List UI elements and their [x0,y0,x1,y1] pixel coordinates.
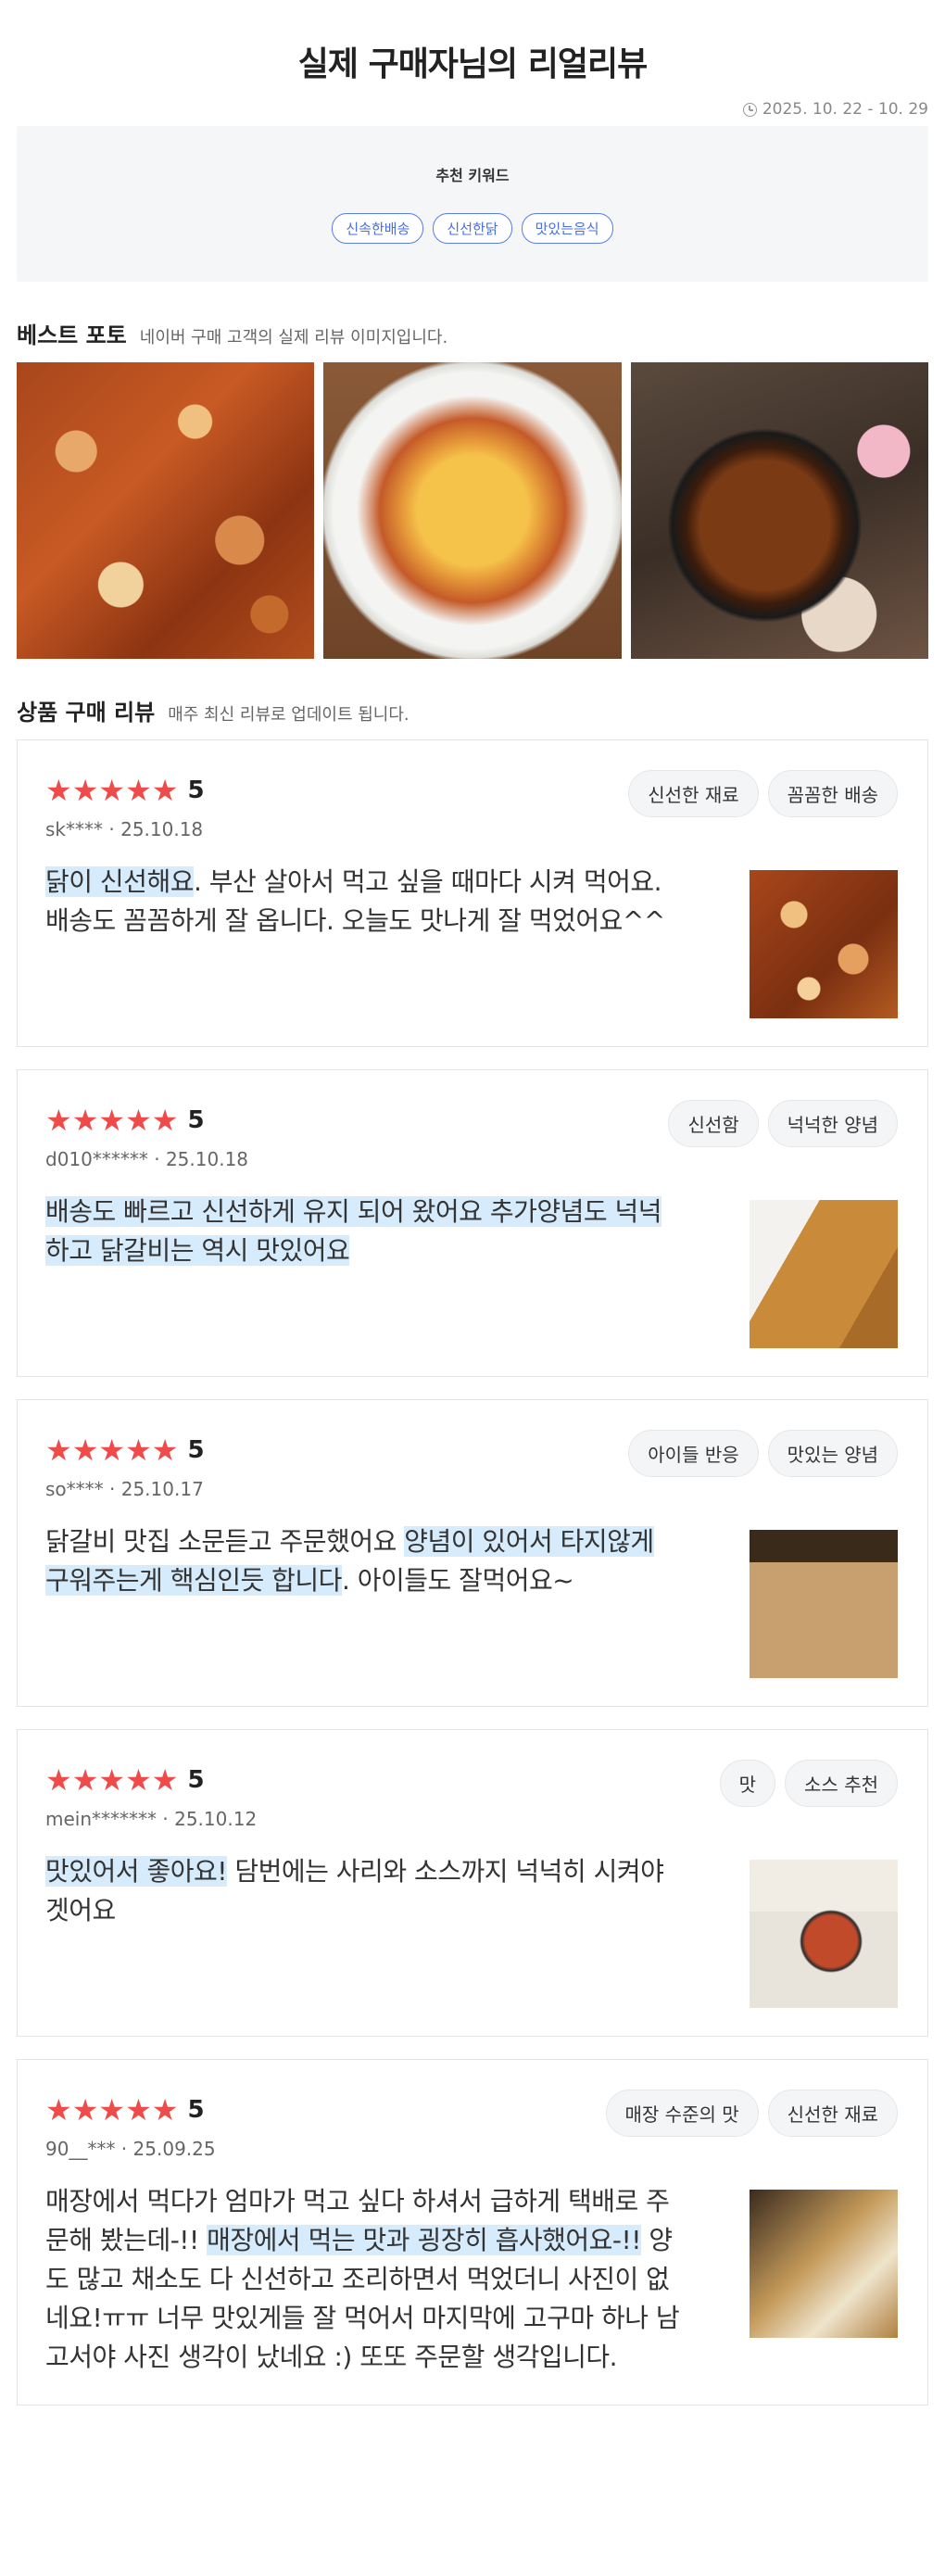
keyword-chip[interactable]: 맛있는음식 [521,213,613,244]
star-rating: ★★★★★ 5 [45,1435,205,1465]
best-photo-2[interactable] [323,362,622,659]
reviewer-id: sk**** [45,818,104,840]
review-date: 25.09.25 [132,2138,216,2160]
review-text-part: . 아이들도 잘먹어요~ [341,1565,574,1596]
keyword-title: 추천 키워드 [435,167,510,184]
review-card: ★★★★★ 5 90__*** · 25.09.25 매장 수준의 맛 신선한 … [17,2059,928,2406]
highlighted-text: 맛있어서 좋아요! [45,1856,227,1887]
review-tags: 매장 수준의 맛 신선한 재료 [605,2090,898,2137]
best-photo-1[interactable] [17,362,315,659]
best-photo-title: 베스트 포토 [17,322,127,348]
reviewer-id: d010****** [45,1148,148,1170]
reviewer-id: so**** [45,1478,104,1500]
review-tags: 아이들 반응 맛있는 양념 [628,1430,898,1477]
period-text: 2025. 10. 22 - 10. 29 [762,100,928,119]
review-tag: 맛있는 양념 [767,1430,898,1477]
reviewer-id: 90__*** [45,2138,116,2160]
star-rating: ★★★★★ 5 [45,1765,257,1795]
review-tag: 신선한 재료 [628,770,759,817]
review-page: 실제 구매자님의 리얼리뷰 2025. 10. 22 - 10. 29 추천 키… [0,0,945,2576]
review-period: 2025. 10. 22 - 10. 29 [17,100,928,119]
keyword-list: 신속한배송 신선한닭 맛있는음식 [17,213,928,244]
star-icons: ★★★★★ [45,2092,179,2128]
star-icons: ★★★★★ [45,773,179,808]
review-meta: 90__*** · 25.09.25 [45,2138,216,2160]
review-text: 맛있어서 좋아요! 담번에는 사리와 소스까지 넉넉히 시켜야겟어요 [45,1852,685,2008]
best-photo-gallery [17,362,928,659]
star-rating: ★★★★★ 5 [45,1105,248,1135]
review-text: 배송도 빠르고 신선하게 유지 되어 왔어요 추가양념도 넉넉하고 닭갈비는 역… [45,1193,685,1348]
review-meta: d010****** · 25.10.18 [45,1148,249,1170]
review-card: ★★★★★ 5 so**** · 25.10.17 아이들 반응 맛있는 양념 … [17,1399,928,1707]
review-photo[interactable] [750,1860,898,2008]
rating-score: 5 [187,1106,205,1134]
reviews-subtitle: 매주 최신 리뷰로 업데이트 됩니다. [168,705,410,725]
review-photo[interactable] [750,2190,898,2338]
review-photo[interactable] [750,1200,898,1348]
review-tag: 소스 추천 [785,1760,898,1807]
review-tags: 신선함 넉넉한 양념 [668,1100,898,1147]
clock-icon [742,102,757,117]
reviews-title: 상품 구매 리뷰 [17,700,156,726]
review-date: 25.10.18 [165,1148,249,1170]
reviewer-id: mein******* [45,1808,158,1830]
review-tag: 신선한 재료 [767,2090,898,2137]
review-meta: mein******* · 25.10.12 [45,1808,258,1830]
page-title: 실제 구매자님의 리얼리뷰 [297,45,648,83]
review-text-part: 닭갈비 맛집 소문듣고 주문했어요 [45,1526,405,1557]
star-icons: ★★★★★ [45,1433,179,1468]
review-photo[interactable] [750,1530,898,1678]
best-photo-header: 베스트 포토 네이버 구매 고객의 실제 리뷰 이미지입니다. [17,317,928,349]
keyword-box: 추천 키워드 신속한배송 신선한닭 맛있는음식 [17,126,928,282]
review-date: 25.10.17 [120,1478,204,1500]
review-meta: sk**** · 25.10.18 [45,818,204,840]
rating-score: 5 [187,1436,205,1464]
review-tag: 아이들 반응 [628,1430,759,1477]
highlighted-text: 닭이 신선해요 [45,866,194,897]
keyword-chip[interactable]: 신속한배송 [332,213,424,244]
rating-score: 5 [187,2096,205,2124]
star-icons: ★★★★★ [45,1762,179,1798]
review-card: ★★★★★ 5 d010****** · 25.10.18 신선함 넉넉한 양념… [17,1069,928,1377]
review-date: 25.10.18 [120,818,204,840]
reviews-header: 상품 구매 리뷰 매주 최신 리뷰로 업데이트 됩니다. [17,694,928,726]
review-tag: 넉넉한 양념 [767,1100,898,1147]
review-tags: 신선한 재료 꼼꼼한 배송 [628,770,898,817]
review-tag: 신선함 [668,1100,759,1147]
review-tag: 맛 [719,1760,776,1807]
star-rating: ★★★★★ 5 [45,776,205,805]
highlighted-text: 매장에서 먹는 맛과 굉장히 흡사했어요-!! [207,2225,641,2255]
review-text: 매장에서 먹다가 엄마가 먹고 싶다 하셔서 급하게 택배로 주문해 봤는데-!… [45,2182,685,2377]
review-tags: 맛 소스 추천 [719,1760,898,1807]
highlighted-text: 배송도 빠르고 신선하게 유지 되어 왔어요 추가양념도 넉넉하고 닭갈비는 역… [45,1196,662,1266]
best-photo-subtitle: 네이버 구매 고객의 실제 리뷰 이미지입니다. [139,328,448,347]
rating-score: 5 [187,1766,205,1794]
review-card: ★★★★★ 5 mein******* · 25.10.12 맛 소스 추천 맛… [17,1729,928,2037]
review-tag: 꼼꼼한 배송 [767,770,898,817]
review-tag: 매장 수준의 맛 [605,2090,759,2137]
review-photo[interactable] [750,870,898,1018]
star-rating: ★★★★★ 5 [45,2095,216,2125]
review-date: 25.10.12 [174,1808,258,1830]
review-meta: so**** · 25.10.17 [45,1478,204,1500]
keyword-chip[interactable]: 신선한닭 [433,213,512,244]
best-photo-3[interactable] [630,362,928,659]
review-card: ★★★★★ 5 sk**** · 25.10.18 신선한 재료 꼼꼼한 배송 … [17,739,928,1047]
review-text: 닭갈비 맛집 소문듣고 주문했어요 양념이 있어서 타지않게 구워주는게 핵심인… [45,1522,685,1678]
review-text: 닭이 신선해요. 부산 살아서 먹고 싶을 때마다 시켜 먹어요. 배송도 꼼꼼… [45,863,685,1018]
star-icons: ★★★★★ [45,1103,179,1138]
rating-score: 5 [187,777,205,804]
